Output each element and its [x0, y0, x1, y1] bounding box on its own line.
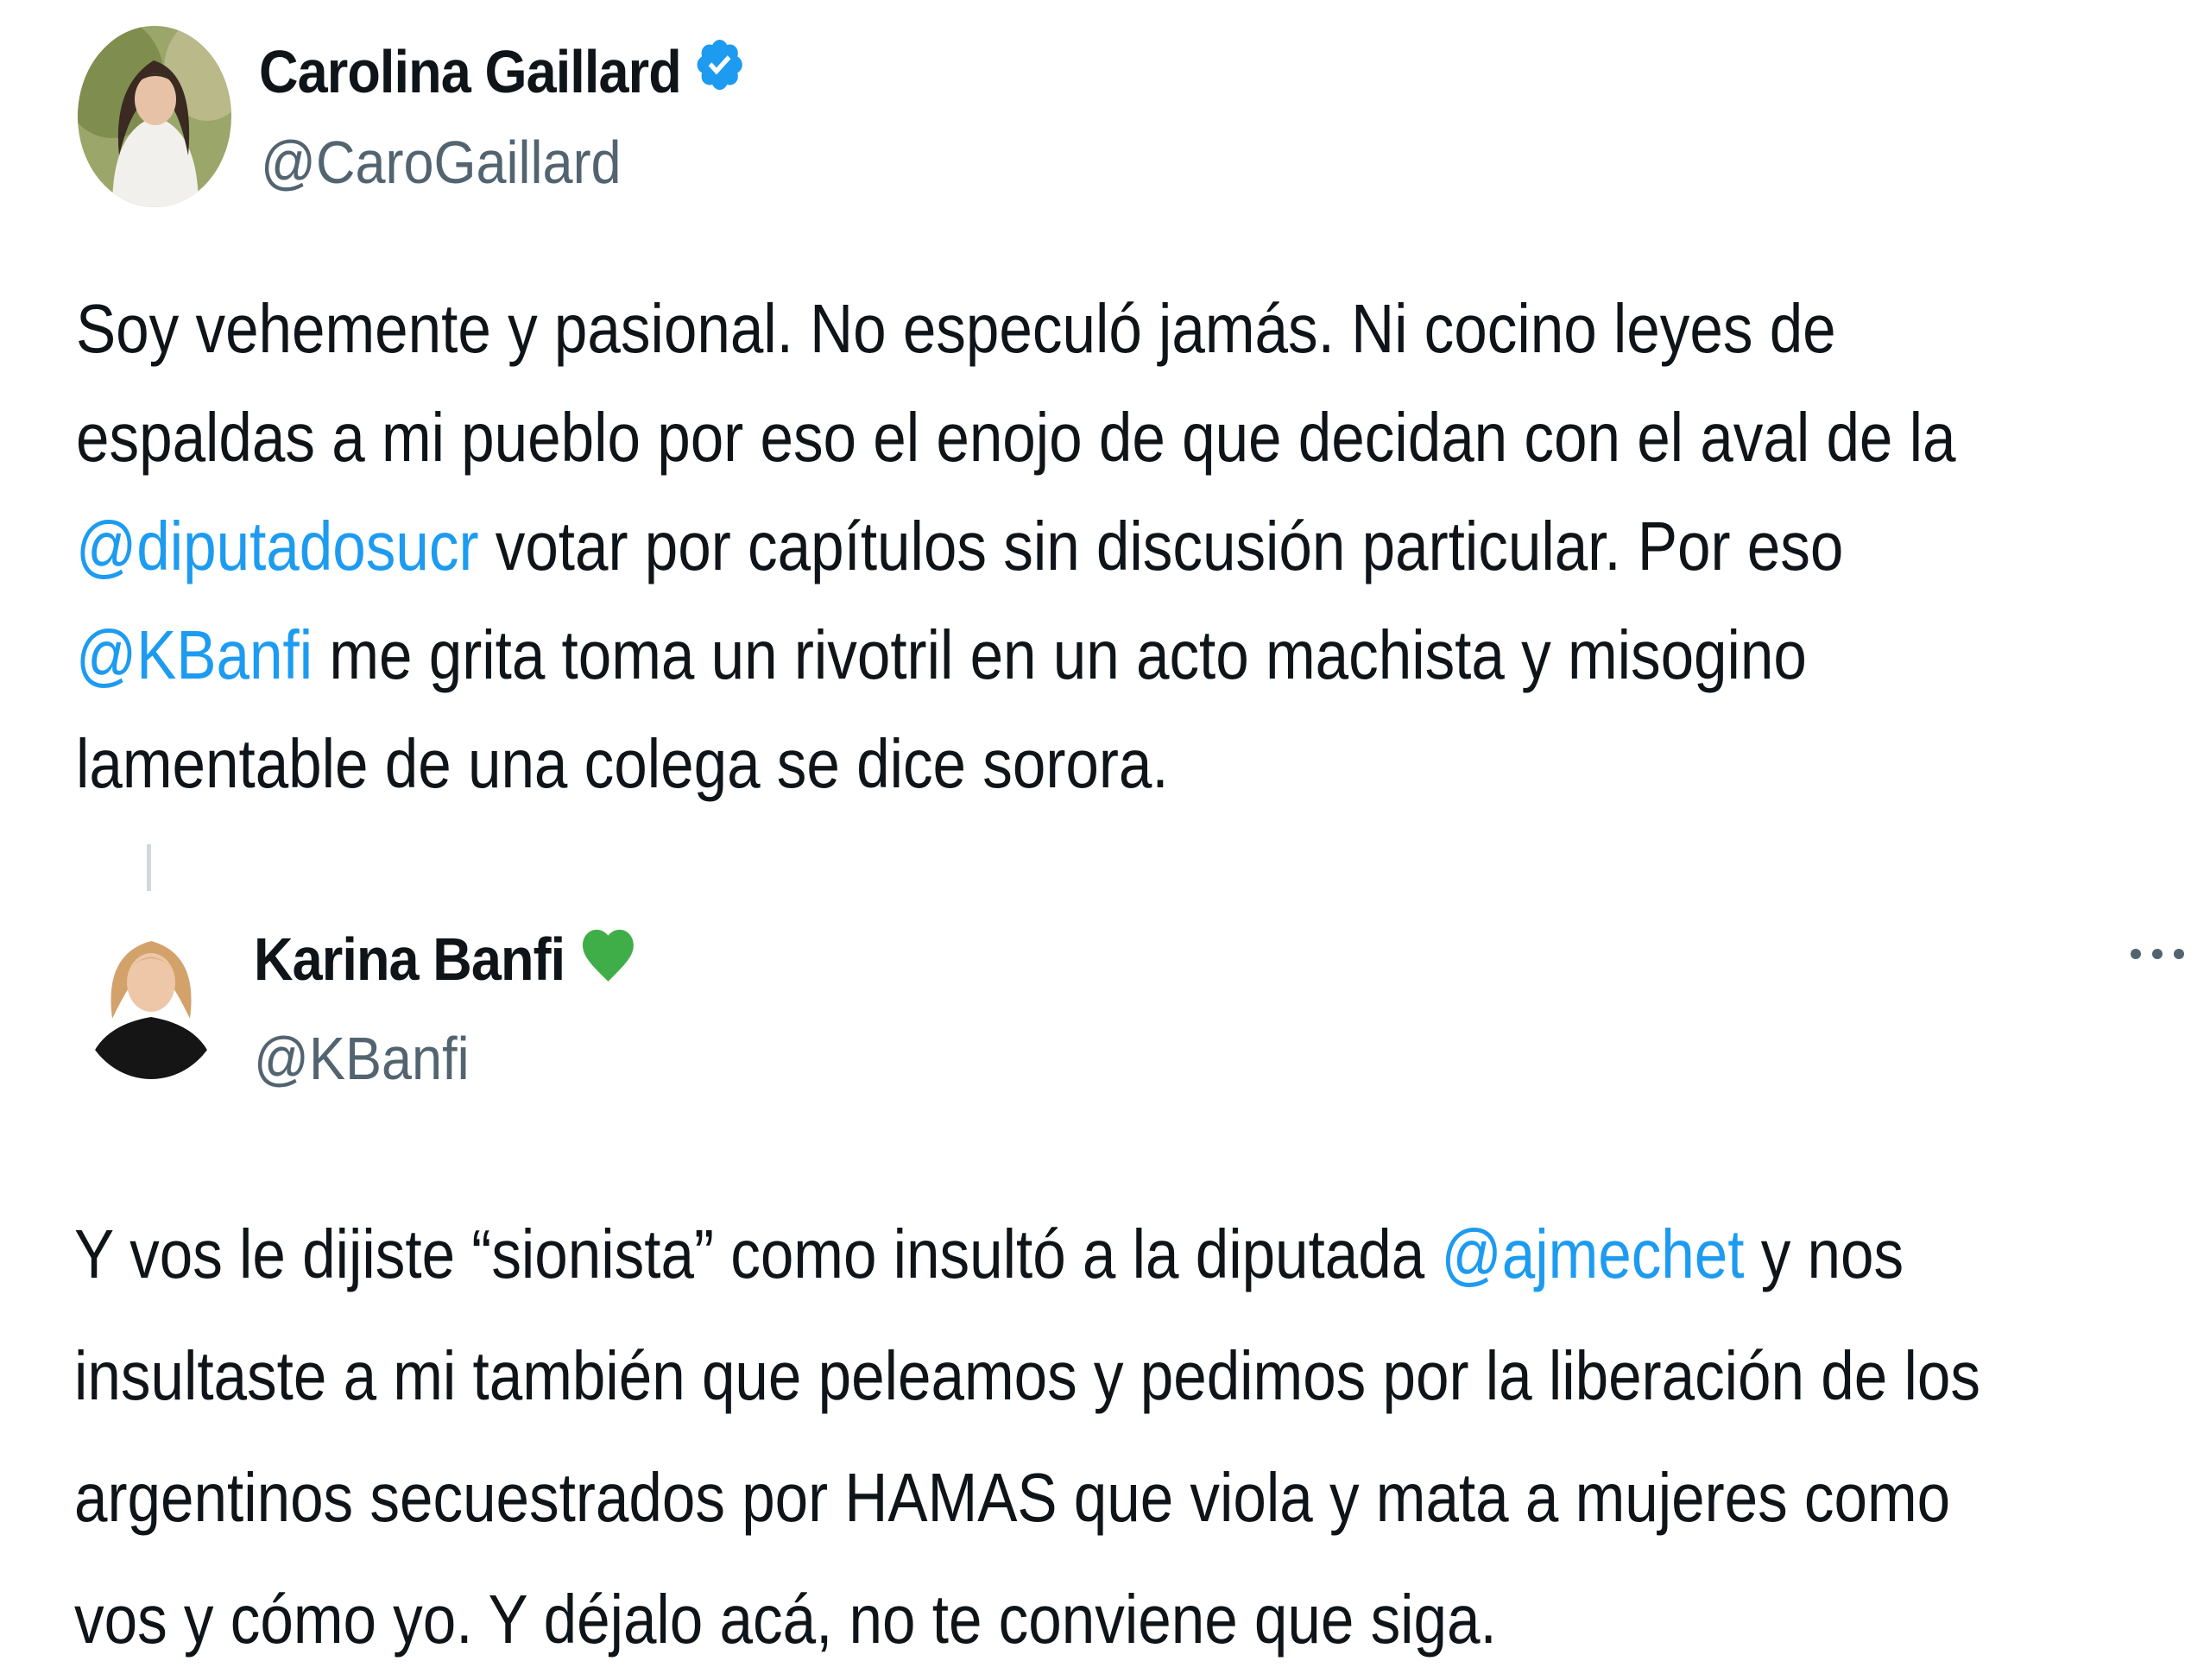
tweet-text: Y vos le dijiste “sionista” como insultó… — [74, 1193, 1980, 1680]
display-name-text[interactable]: Carolina Gaillard — [259, 37, 682, 106]
tweet-text-segment: espaldas a mi pueblo por eso el enojo de… — [76, 399, 1956, 476]
tweet-text: Soy vehemente y pasional. No especuló ja… — [76, 275, 1956, 818]
tweet-text-line: Soy vehemente y pasional. No especuló ja… — [76, 275, 1956, 383]
tweet-text-line: espaldas a mi pueblo por eso el enojo de… — [76, 383, 1956, 492]
tweet-text-segment: me grita toma un rivotril en un acto mac… — [313, 616, 1807, 693]
more-dot — [2174, 949, 2184, 959]
tweet-text-segment: argentinos secuestrados por HAMAS que vi… — [74, 1459, 1951, 1536]
handle[interactable]: @KBanfi — [254, 1024, 470, 1093]
mention-link[interactable]: @KBanfi — [76, 616, 313, 693]
more-dot — [2152, 949, 2163, 959]
mention-link[interactable]: @ajmechet — [1441, 1216, 1744, 1292]
handle[interactable]: @CaroGaillard — [261, 128, 622, 197]
tweet-text-segment: Soy vehemente y pasional. No especuló ja… — [76, 290, 1836, 367]
verified-badge-icon — [693, 35, 746, 108]
thread-connector-line — [147, 844, 151, 891]
avatar-karina[interactable] — [78, 915, 224, 1079]
tweet-text-line: lamentable de una colega se dice sorora. — [76, 710, 1956, 818]
green-heart-icon — [578, 921, 640, 997]
tweet-text-segment: votar por capítulos sin discusión partic… — [478, 508, 1844, 584]
tweet-text-segment: y nos — [1744, 1216, 1904, 1292]
tweet-text-line: Y vos le dijiste “sionista” como insultó… — [74, 1193, 1980, 1315]
more-options-icon[interactable] — [2131, 941, 2184, 967]
display-name[interactable]: Carolina Gaillard — [259, 33, 746, 111]
mention-link[interactable]: @diputadosucr — [76, 508, 478, 584]
tweet-text-segment: Y vos le dijiste “sionista” como insultó… — [74, 1216, 1442, 1292]
tweet-text-line: @diputadosucr votar por capítulos sin di… — [76, 492, 1956, 601]
display-name-text[interactable]: Karina Banfi — [254, 925, 565, 994]
avatar-carolina[interactable] — [78, 26, 231, 207]
tweet-text-line: vos y cómo yo. Y déjalo acá, no te convi… — [74, 1558, 1980, 1680]
tweet-text-segment: insultaste a mi también que peleamos y p… — [74, 1337, 1980, 1414]
tweet-text-segment: vos y cómo yo. Y déjalo acá, no te convi… — [74, 1581, 1497, 1658]
tweet-text-segment: lamentable de una colega se dice sorora. — [76, 725, 1169, 802]
tweet-text-line: @KBanfi me grita toma un rivotril en un … — [76, 601, 1956, 710]
tweet-text-line: insultaste a mi también que peleamos y p… — [74, 1315, 1980, 1437]
display-name[interactable]: Karina Banfi — [254, 920, 640, 998]
more-dot — [2131, 949, 2141, 959]
tweet-text-line: argentinos secuestrados por HAMAS que vi… — [74, 1437, 1980, 1558]
